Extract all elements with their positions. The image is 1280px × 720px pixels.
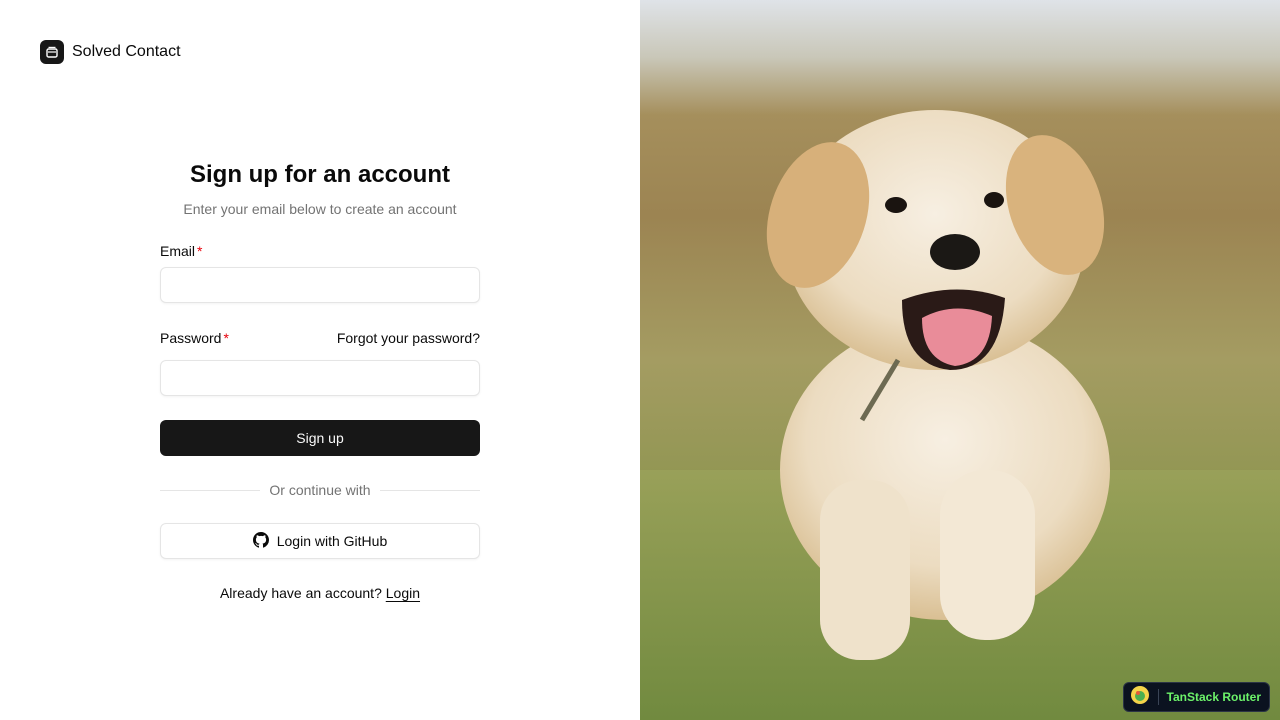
- page-title: Sign up for an account: [189, 161, 450, 188]
- github-icon: [252, 531, 269, 551]
- divider: Or continue with: [160, 482, 481, 498]
- tanstack-devtools-toggle[interactable]: TanStack Router: [1122, 682, 1270, 712]
- email-label-text: Email: [160, 243, 196, 259]
- password-label: Password *: [160, 329, 229, 347]
- auth-panel: Solved Contact Sign up for an account En…: [0, 0, 640, 720]
- required-mark: *: [223, 330, 229, 346]
- devtools-separator: [1157, 689, 1159, 705]
- password-field[interactable]: [160, 360, 480, 396]
- password-label-row: Password * Forgot your password?: [160, 329, 480, 347]
- brand[interactable]: Solved Contact: [40, 40, 181, 64]
- database-icon: [40, 40, 64, 64]
- tanstack-logo-icon: [1130, 685, 1150, 710]
- email-field[interactable]: [160, 267, 480, 303]
- github-login-label: Login with GitHub: [276, 533, 388, 549]
- sign-up-button[interactable]: Sign up: [160, 420, 480, 456]
- required-mark: *: [197, 243, 203, 259]
- password-group: Password * Forgot your password?: [160, 329, 480, 396]
- email-label-row: Email *: [160, 242, 480, 260]
- login-prompt-text: Already have an account?: [219, 585, 382, 601]
- hero-image: TanStack Router: [640, 0, 1280, 720]
- forgot-password-link[interactable]: Forgot your password?: [337, 329, 480, 347]
- login-prompt: Already have an account? Login: [160, 585, 480, 601]
- brand-name: Solved Contact: [72, 43, 181, 60]
- devtools-label: TanStack Router: [1166, 690, 1261, 704]
- password-label-text: Password: [160, 330, 222, 346]
- puppy-photo: [640, 110, 1280, 720]
- github-login-button[interactable]: Login with GitHub: [160, 523, 480, 559]
- email-group: Email *: [160, 242, 480, 303]
- signup-form: Sign up for an account Enter your email …: [160, 158, 481, 601]
- login-link[interactable]: Login: [386, 585, 420, 601]
- divider-line: [160, 489, 261, 491]
- page-subtitle: Enter your email below to create an acco…: [183, 201, 457, 217]
- divider-text: Or continue with: [269, 482, 371, 498]
- email-label: Email *: [160, 242, 202, 260]
- divider-line: [379, 489, 481, 491]
